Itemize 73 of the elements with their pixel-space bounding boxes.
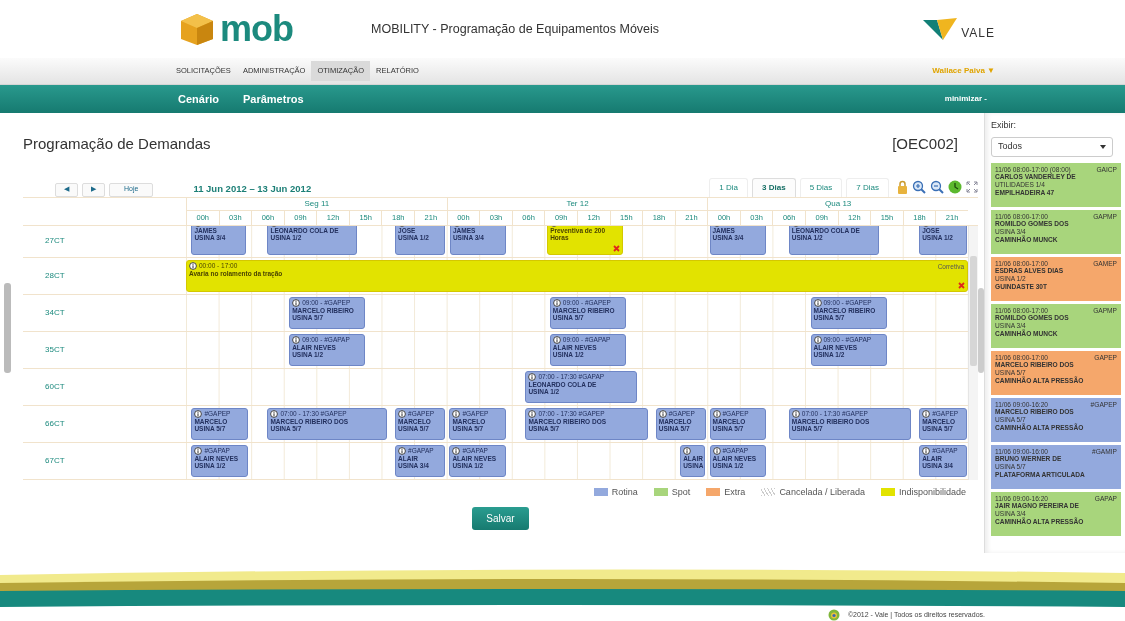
info-icon bbox=[813, 298, 822, 307]
submenu-link[interactable]: Parâmetros bbox=[242, 90, 304, 108]
view-tab[interactable]: 1 Dia bbox=[709, 177, 749, 197]
info-icon bbox=[658, 409, 667, 418]
date-range: 11 Jun 2012 – 13 Jun 2012 bbox=[193, 182, 312, 197]
zoom-in-icon[interactable] bbox=[912, 179, 926, 194]
sidebar-handle[interactable] bbox=[978, 288, 984, 373]
remove-icon[interactable] bbox=[613, 244, 621, 252]
save-button[interactable]: Salvar bbox=[472, 507, 529, 530]
resource-label: 35CT bbox=[44, 343, 65, 356]
cube-icon bbox=[178, 11, 216, 47]
info-icon bbox=[683, 446, 692, 455]
minimize-link[interactable]: minimizar - bbox=[944, 93, 987, 105]
vale-logo-icon bbox=[923, 16, 958, 42]
clock-icon[interactable] bbox=[948, 179, 962, 194]
legend-label: Rotina bbox=[611, 485, 638, 499]
legend-label: Spot bbox=[671, 485, 691, 499]
info-icon bbox=[528, 409, 537, 418]
view-tab[interactable]: 7 Dias bbox=[846, 177, 889, 197]
legend-label: Indisponibilidade bbox=[898, 485, 966, 499]
resource-label: 67CT bbox=[44, 454, 65, 467]
lock-icon[interactable] bbox=[897, 179, 908, 194]
resource-label: 34CT bbox=[44, 306, 65, 319]
info-icon bbox=[922, 446, 931, 455]
legend-label: Cancelada / Liberada bbox=[779, 485, 865, 499]
panel-handle[interactable] bbox=[4, 283, 11, 373]
legend-swatch bbox=[706, 488, 721, 497]
legend-swatch bbox=[593, 488, 608, 497]
info-icon bbox=[398, 409, 407, 418]
brand-name: VALE bbox=[961, 25, 995, 42]
info-icon bbox=[712, 409, 721, 418]
scrollbar[interactable] bbox=[968, 225, 978, 480]
filter-label: Exibir: bbox=[991, 119, 1017, 132]
info-icon bbox=[712, 446, 721, 455]
day-header: Ter 12 bbox=[446, 197, 708, 211]
info-icon bbox=[189, 261, 197, 270]
info-icon bbox=[398, 446, 407, 455]
legend-label: Extra bbox=[724, 485, 746, 499]
remove-icon[interactable] bbox=[958, 281, 965, 289]
info-icon bbox=[813, 335, 822, 344]
zoom-out-icon[interactable] bbox=[930, 179, 944, 194]
logo-text: mob bbox=[220, 11, 293, 47]
legend-swatch bbox=[761, 488, 776, 497]
info-icon bbox=[194, 446, 203, 455]
info-icon bbox=[552, 335, 561, 344]
view-tab[interactable]: 3 Dias bbox=[752, 177, 796, 197]
filter-select[interactable]: Todos bbox=[991, 136, 1113, 157]
resource-label: 60CT bbox=[44, 380, 65, 393]
info-icon bbox=[922, 409, 931, 418]
resource-label: 27CT bbox=[44, 235, 65, 247]
info-icon bbox=[552, 298, 561, 307]
info-icon bbox=[194, 409, 203, 418]
page-title: Programação de Demandas bbox=[23, 134, 211, 154]
info-icon bbox=[452, 409, 461, 418]
info-icon bbox=[791, 409, 800, 418]
submenu-link[interactable]: Cenário bbox=[178, 90, 219, 108]
view-tab[interactable]: 5 Dias bbox=[799, 177, 843, 197]
caret-icon bbox=[1100, 144, 1106, 149]
info-icon bbox=[452, 446, 461, 455]
info-icon bbox=[292, 298, 301, 307]
resource-label: 28CT bbox=[44, 269, 65, 282]
info-icon bbox=[292, 335, 301, 344]
expand-icon[interactable] bbox=[966, 180, 978, 193]
globe-icon bbox=[827, 609, 840, 621]
day-header: Qua 13 bbox=[707, 197, 968, 211]
legend-swatch bbox=[880, 488, 895, 497]
app-title: MOBILITY - Programação de Equipamentos Móveis bbox=[371, 20, 660, 38]
info-icon bbox=[270, 409, 279, 418]
info-icon bbox=[528, 372, 537, 381]
page-code: [OEC002] bbox=[892, 134, 958, 154]
resource-label: 66CT bbox=[44, 417, 65, 430]
day-header: Seg 11 bbox=[186, 197, 447, 211]
legend-swatch bbox=[653, 488, 668, 497]
